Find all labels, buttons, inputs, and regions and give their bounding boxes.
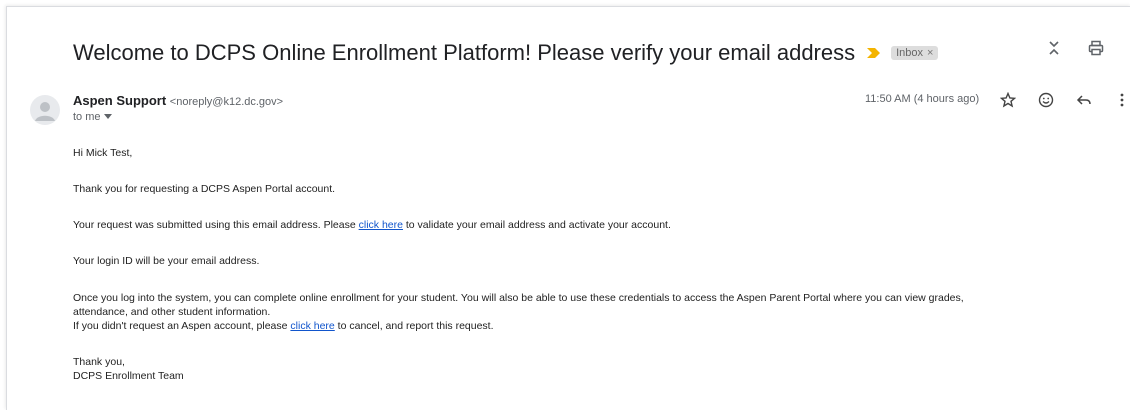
message-date: 11:50 AM (4 hours ago) bbox=[865, 93, 980, 105]
body-paragraph-3: Your login ID will be your email address… bbox=[73, 255, 260, 267]
print-icon[interactable] bbox=[1087, 39, 1105, 57]
body-paragraph-2: Your request was submitted using this em… bbox=[73, 219, 671, 231]
body-paragraph-4-line-2: attendance, and other student informatio… bbox=[73, 306, 271, 318]
remove-label-icon[interactable]: × bbox=[927, 47, 933, 59]
body-paragraph-5: If you didn't request an Aspen account, … bbox=[73, 320, 494, 332]
expand-collapse-icon[interactable] bbox=[1045, 39, 1063, 57]
to-me-label: to me bbox=[73, 111, 101, 123]
cancel-request-link[interactable]: click here bbox=[290, 320, 334, 332]
sender-email: <noreply@k12.dc.gov> bbox=[169, 96, 284, 108]
p2-text-before: Your request was submitted using this em… bbox=[73, 219, 359, 231]
important-marker-icon[interactable] bbox=[867, 47, 881, 59]
message-actions bbox=[999, 91, 1130, 109]
email-subject: Welcome to DCPS Online Enrollment Platfo… bbox=[73, 40, 856, 65]
star-icon[interactable] bbox=[999, 91, 1017, 109]
thread-actions bbox=[1045, 39, 1130, 57]
p5-text-before: If you didn't request an Aspen account, … bbox=[73, 320, 291, 332]
sender-avatar[interactable] bbox=[30, 95, 60, 125]
inbox-label-chip[interactable]: Inbox × bbox=[891, 46, 939, 60]
inbox-label-text: Inbox bbox=[896, 47, 924, 59]
email-view: Welcome to DCPS Online Enrollment Platfo… bbox=[6, 6, 1130, 410]
emoji-icon[interactable] bbox=[1037, 91, 1055, 109]
more-icon[interactable] bbox=[1113, 91, 1130, 109]
signoff-line-2: DCPS Enrollment Team bbox=[73, 370, 184, 382]
greeting: Hi Mick Test, bbox=[73, 147, 133, 159]
sender-name[interactable]: Aspen Support bbox=[73, 93, 166, 108]
subject-row: Welcome to DCPS Online Enrollment Platfo… bbox=[73, 37, 939, 69]
sender-row: Aspen Support <noreply@k12.dc.gov> bbox=[73, 93, 283, 108]
p5-text-after: to cancel, and report this request. bbox=[334, 320, 494, 332]
reply-icon[interactable] bbox=[1075, 91, 1093, 109]
person-icon bbox=[35, 102, 55, 121]
body-paragraph-4-line-1: Once you log into the system, you can co… bbox=[73, 292, 964, 304]
validate-email-link[interactable]: click here bbox=[359, 219, 403, 231]
chevron-down-icon[interactable] bbox=[103, 114, 112, 120]
body-paragraph-1: Thank you for requesting a DCPS Aspen Po… bbox=[73, 183, 336, 195]
recipient-details[interactable]: to me bbox=[73, 111, 112, 123]
p2-text-after: to validate your email address and activ… bbox=[402, 219, 671, 231]
signoff-line-1: Thank you, bbox=[73, 356, 125, 368]
